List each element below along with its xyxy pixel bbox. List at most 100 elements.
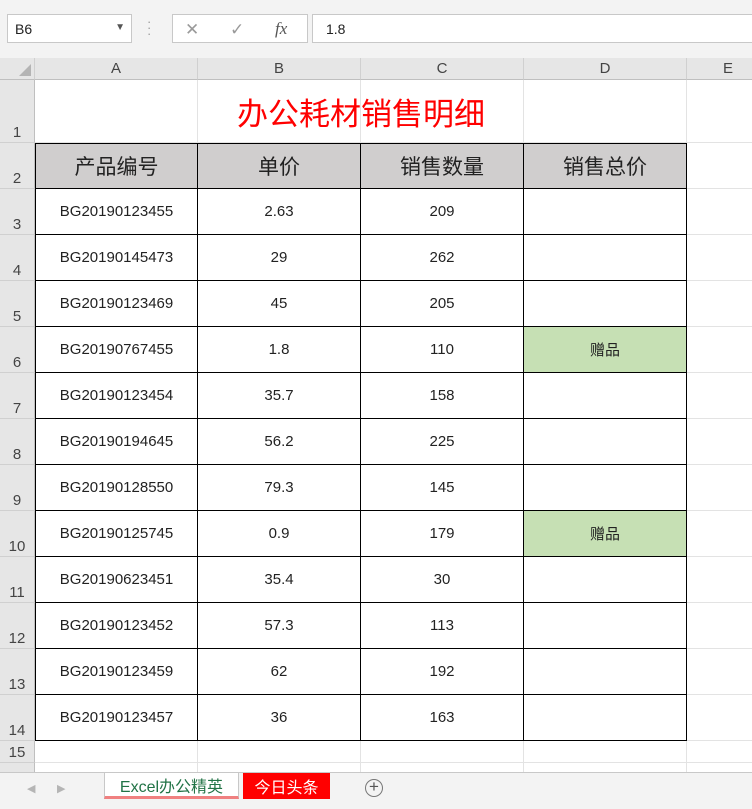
select-all-corner[interactable] — [0, 58, 35, 80]
column-header-c[interactable]: C — [361, 58, 524, 80]
row-header-7[interactable]: 7 — [0, 373, 35, 419]
table-header-cell[interactable]: 单价 — [198, 143, 361, 189]
table-header-cell[interactable]: 销售数量 — [361, 143, 524, 189]
table-cell[interactable]: 0.9 — [198, 511, 361, 557]
table-cell[interactable]: 35.4 — [198, 557, 361, 603]
row-header-15[interactable]: 15 — [0, 741, 35, 763]
table-cell[interactable]: 29 — [198, 235, 361, 281]
table-cell[interactable]: 113 — [361, 603, 524, 649]
table-cell[interactable]: BG20190123454 — [35, 373, 198, 419]
row-header-3[interactable]: 3 — [0, 189, 35, 235]
table-cell[interactable]: BG20190123457 — [35, 695, 198, 741]
row-number: 12 — [8, 630, 26, 647]
table-cell[interactable] — [524, 373, 687, 419]
table-cell[interactable]: 209 — [361, 189, 524, 235]
row-header-8[interactable]: 8 — [0, 419, 35, 465]
formula-value: 1.8 — [326, 21, 346, 37]
formula-input[interactable]: 1.8 — [312, 14, 752, 43]
table-cell[interactable] — [524, 649, 687, 695]
table-cell[interactable] — [524, 235, 687, 281]
table-cell[interactable]: 145 — [361, 465, 524, 511]
table-header-cell[interactable]: 产品编号 — [35, 143, 198, 189]
close-icon[interactable]: ✕ — [185, 20, 199, 40]
row-number: 11 — [9, 584, 25, 601]
column-header-d[interactable]: D — [524, 58, 687, 80]
table-cell[interactable]: 56.2 — [198, 419, 361, 465]
table-header-cell[interactable]: 销售总价 — [524, 143, 687, 189]
table-cell[interactable]: 62 — [198, 649, 361, 695]
row-header-1[interactable]: 1 — [0, 80, 35, 143]
row-header-6[interactable]: 6 — [0, 327, 35, 373]
table-cell[interactable]: BG20190125745 — [35, 511, 198, 557]
row-number: 1 — [12, 124, 22, 141]
row-header-9[interactable]: 9 — [0, 465, 35, 511]
column-header-e[interactable]: E — [687, 58, 752, 80]
row-header-2[interactable]: 2 — [0, 143, 35, 189]
table-cell[interactable] — [524, 695, 687, 741]
row-header-5[interactable]: 5 — [0, 281, 35, 327]
table-cell[interactable]: BG20190128550 — [35, 465, 198, 511]
table-cell[interactable]: 30 — [361, 557, 524, 603]
row-number: 15 — [8, 744, 26, 761]
worksheet[interactable]: ABCDE 12345678910111213141516 办公耗材销售明细 产… — [0, 58, 752, 772]
column-header-b[interactable]: B — [198, 58, 361, 80]
row-header-14[interactable]: 14 — [0, 695, 35, 741]
sheet-title[interactable]: 办公耗材销售明细 — [35, 80, 687, 143]
table-cell[interactable] — [524, 603, 687, 649]
table-cell[interactable]: 36 — [198, 695, 361, 741]
row-number: 10 — [8, 538, 26, 555]
table-cell[interactable]: 35.7 — [198, 373, 361, 419]
row-number: 7 — [12, 400, 22, 417]
fx-icon[interactable]: fx — [275, 19, 287, 39]
table-cell[interactable]: 163 — [361, 695, 524, 741]
row-number: 14 — [8, 722, 26, 739]
table-cell[interactable]: 205 — [361, 281, 524, 327]
table-cell[interactable]: 45 — [198, 281, 361, 327]
table-cell[interactable] — [524, 557, 687, 603]
row-header-10[interactable]: 10 — [0, 511, 35, 557]
plus-circle-icon[interactable]: + — [365, 778, 383, 797]
table-cell[interactable]: BG20190123455 — [35, 189, 198, 235]
table-cell[interactable]: 158 — [361, 373, 524, 419]
table-cell[interactable] — [524, 189, 687, 235]
row-header-13[interactable]: 13 — [0, 649, 35, 695]
table-cell[interactable]: 赠品 — [524, 327, 687, 373]
row-number: 9 — [12, 492, 22, 509]
scroll-right-icon[interactable]: ▶ — [57, 782, 65, 795]
row-header-12[interactable]: 12 — [0, 603, 35, 649]
sheet-tab-bar: ◀ ▶ Excel办公精英 今日头条 + — [0, 772, 752, 809]
table-cell[interactable]: BG20190123452 — [35, 603, 198, 649]
table-cell[interactable]: 110 — [361, 327, 524, 373]
chevron-down-icon[interactable]: ▼ — [115, 22, 125, 33]
row-header-16[interactable]: 16 — [0, 763, 35, 772]
table-cell[interactable]: 179 — [361, 511, 524, 557]
table-cell[interactable]: BG20190145473 — [35, 235, 198, 281]
check-icon[interactable]: ✓ — [230, 20, 244, 40]
table-cell[interactable]: 225 — [361, 419, 524, 465]
row-header-4[interactable]: 4 — [0, 235, 35, 281]
table-cell[interactable] — [524, 419, 687, 465]
table-cell[interactable]: 192 — [361, 649, 524, 695]
sheet-tab-excel[interactable]: Excel办公精英 — [104, 773, 239, 799]
table-cell[interactable]: BG20190194645 — [35, 419, 198, 465]
table-cell[interactable]: 1.8 — [198, 327, 361, 373]
row-number: 5 — [12, 308, 22, 325]
table-cell[interactable] — [524, 281, 687, 327]
name-box[interactable]: B6 ▼ — [7, 14, 132, 43]
table-cell[interactable]: 2.63 — [198, 189, 361, 235]
table-cell[interactable] — [524, 465, 687, 511]
name-box-value: B6 — [15, 21, 33, 37]
table-cell[interactable]: 57.3 — [198, 603, 361, 649]
table-cell[interactable]: BG20190767455 — [35, 327, 198, 373]
table-cell[interactable]: BG20190623451 — [35, 557, 198, 603]
table-cell[interactable]: BG20190123469 — [35, 281, 198, 327]
sheet-tab-toutiao[interactable]: 今日头条 — [243, 773, 330, 799]
row-header-11[interactable]: 11 — [0, 557, 35, 603]
scroll-left-icon[interactable]: ◀ — [27, 782, 35, 795]
table-cell[interactable]: 79.3 — [198, 465, 361, 511]
table-cell[interactable]: 赠品 — [524, 511, 687, 557]
column-header-a[interactable]: A — [35, 58, 198, 80]
table-cell[interactable]: 262 — [361, 235, 524, 281]
more-options-icon: · · · — [147, 14, 152, 41]
table-cell[interactable]: BG20190123459 — [35, 649, 198, 695]
